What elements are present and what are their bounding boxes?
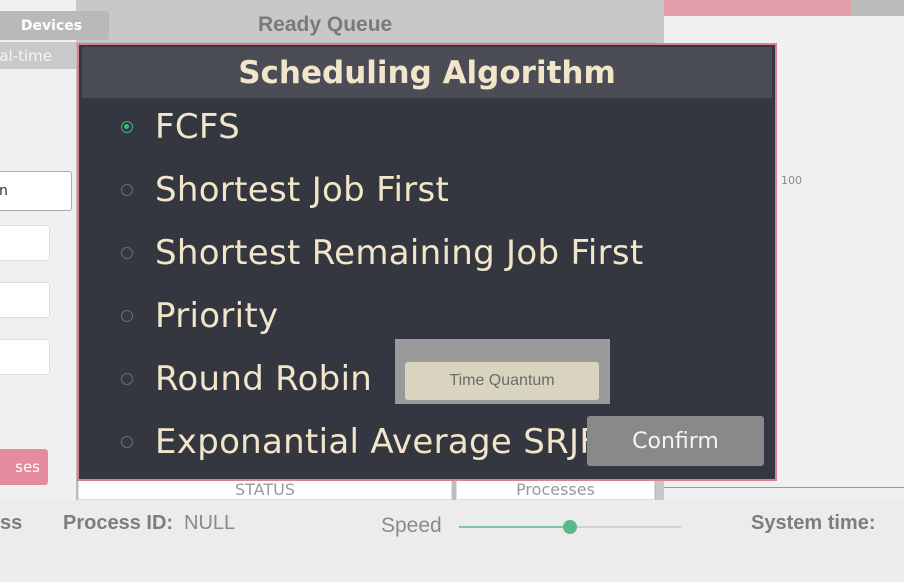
speed-slider[interactable] xyxy=(459,520,681,534)
radio-round-robin[interactable] xyxy=(121,373,133,385)
left-input-3[interactable] xyxy=(0,282,50,318)
left-input-1[interactable]: n xyxy=(0,171,72,211)
option-fcfs[interactable]: FCFS xyxy=(121,107,240,147)
option-exponential-average-srjf[interactable]: Exponantial Average SRJF xyxy=(121,422,599,462)
chart-axis xyxy=(664,487,904,488)
ready-queue-title: Ready Queue xyxy=(258,13,393,36)
radio-sjf[interactable] xyxy=(121,184,133,196)
option-round-robin[interactable]: Round Robin xyxy=(121,359,372,399)
process-id-value: NULL xyxy=(184,512,236,534)
option-shortest-remaining-job-first[interactable]: Shortest Remaining Job First xyxy=(121,233,644,273)
option-priority[interactable]: Priority xyxy=(121,296,278,336)
dialog-title: Scheduling Algorithm xyxy=(82,47,772,98)
radio-exp-avg-srjf[interactable] xyxy=(121,436,133,448)
processes-button[interactable]: ses xyxy=(0,449,48,485)
time-quantum-input[interactable]: Time Quantum xyxy=(405,362,599,400)
left-input-4[interactable] xyxy=(0,339,50,375)
time-quantum-box: Time Quantum xyxy=(395,339,610,404)
bottom-status-bar: ss Process ID: NULL Speed System time: xyxy=(0,500,904,582)
process-id-label: Process ID: xyxy=(63,512,174,534)
right-pink-bar xyxy=(664,0,851,16)
scheduling-algorithm-dialog: Scheduling Algorithm FCFS Shortest Job F… xyxy=(77,43,777,481)
realtime-tab[interactable]: al-time xyxy=(0,42,76,69)
option-label: Shortest Remaining Job First xyxy=(155,233,644,273)
left-panel: Devices al-time n ses xyxy=(0,0,109,500)
option-label: Priority xyxy=(155,296,279,336)
option-label: Exponantial Average SRJF xyxy=(155,422,600,462)
status-left-label: ss xyxy=(0,512,23,534)
option-shortest-job-first[interactable]: Shortest Job First xyxy=(121,170,449,210)
devices-button[interactable]: Devices xyxy=(0,11,109,40)
confirm-button[interactable]: Confirm xyxy=(587,416,764,466)
option-label: FCFS xyxy=(155,107,241,147)
chart-tick-label: 100 xyxy=(781,174,802,187)
left-input-2[interactable] xyxy=(0,225,50,261)
speed-slider-thumb[interactable] xyxy=(563,520,577,534)
speed-label: Speed xyxy=(381,514,442,537)
radio-fcfs[interactable] xyxy=(121,121,133,133)
right-gray-bar xyxy=(851,0,904,16)
option-label: Shortest Job First xyxy=(155,170,450,210)
option-label: Round Robin xyxy=(155,359,373,399)
speed-slider-fill xyxy=(459,526,570,528)
system-time-label: System time: xyxy=(751,512,876,534)
radio-priority[interactable] xyxy=(121,310,133,322)
radio-srjf[interactable] xyxy=(121,247,133,259)
